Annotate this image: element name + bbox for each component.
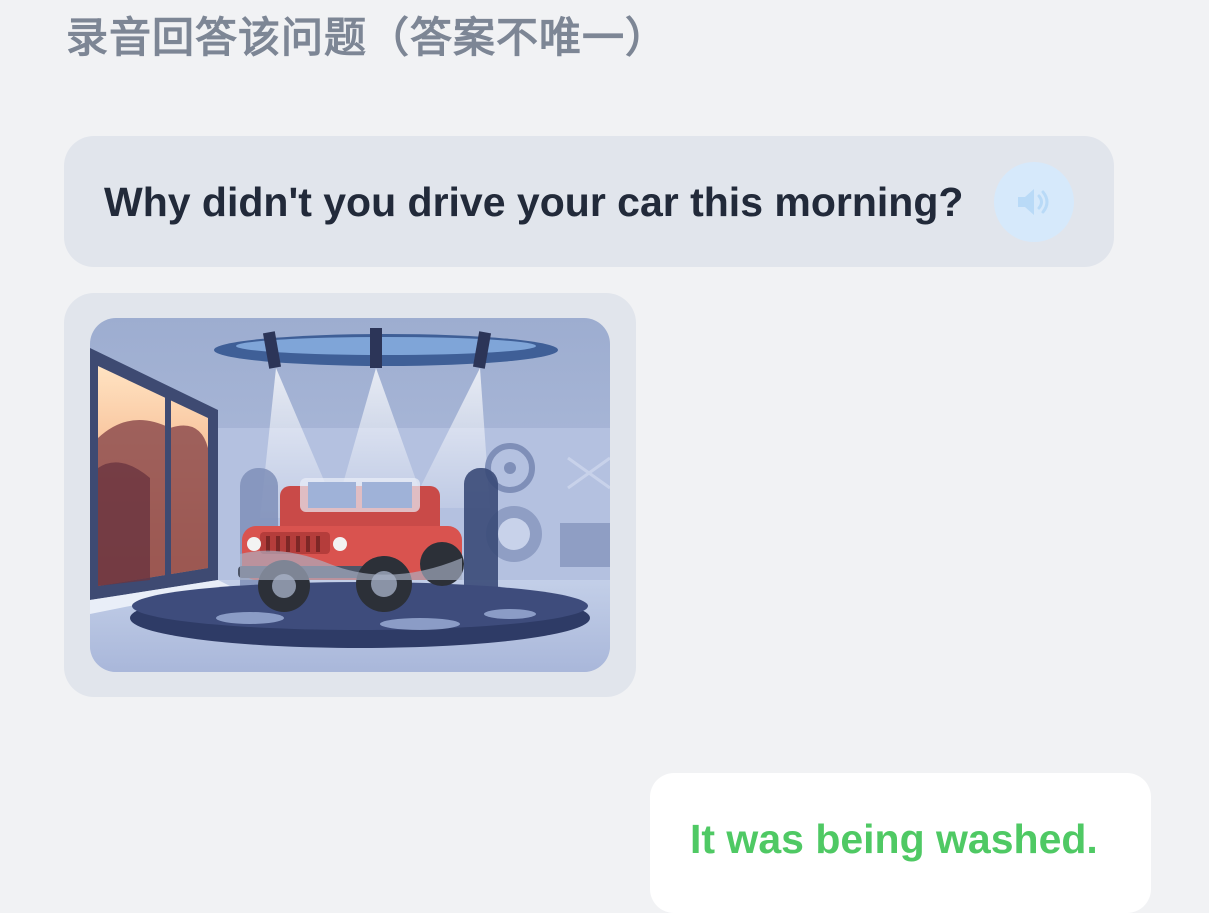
question-text: Why didn't you drive your car this morni… (104, 179, 964, 225)
speaker-icon (1018, 189, 1049, 215)
answer-text: It was being washed. (690, 816, 1098, 862)
car-wash-illustration (90, 318, 610, 672)
answer-bubble: It was being washed. (650, 773, 1151, 913)
play-audio-button[interactable] (994, 162, 1074, 242)
question-bubble: Why didn't you drive your car this morni… (64, 136, 1114, 267)
instruction-title: 录音回答该问题（答案不唯一） (66, 13, 669, 62)
illustration-card (64, 293, 636, 697)
